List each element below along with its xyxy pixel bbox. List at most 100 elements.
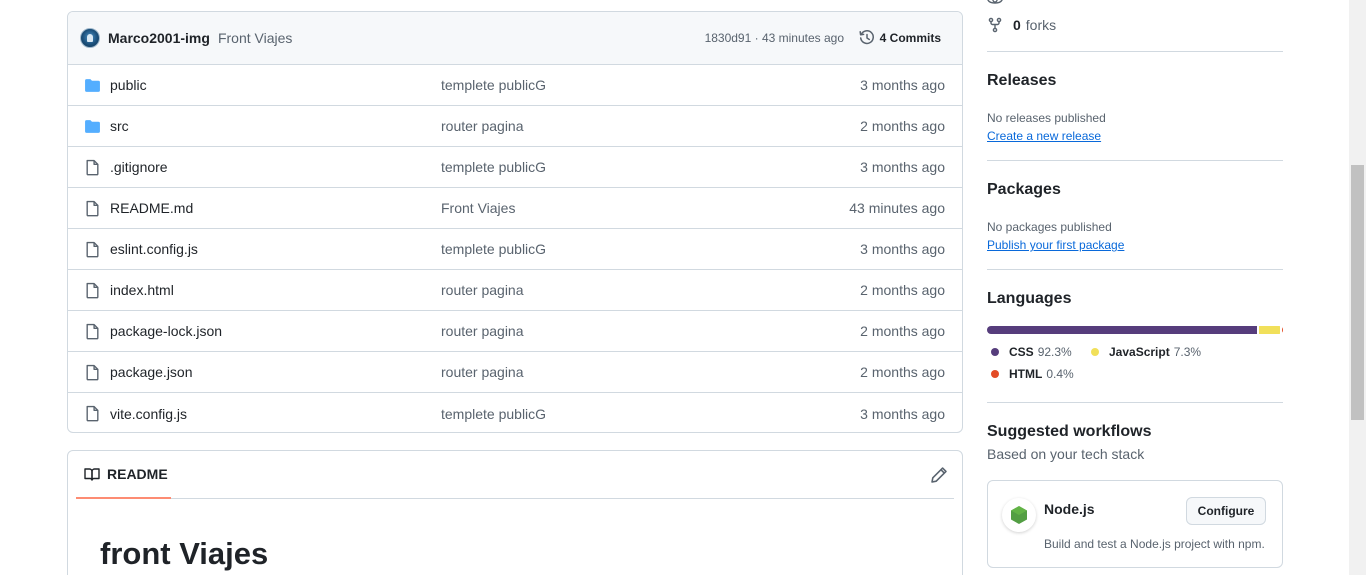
readme-tab[interactable]: README xyxy=(76,451,171,499)
create-release-link[interactable]: Create a new release xyxy=(987,129,1101,143)
sidebar-divider xyxy=(987,402,1283,403)
language-percent: 7.3% xyxy=(1173,345,1202,359)
file-commit-age: 3 months ago xyxy=(860,159,945,175)
file-commit-age: 2 months ago xyxy=(860,118,945,134)
latest-commit-bar: Marco2001-img Front Viajes 1830d91 · 43 … xyxy=(68,12,962,65)
file-icon xyxy=(84,323,101,340)
file-commit-message[interactable]: Front Viajes xyxy=(441,200,515,216)
watching-stat[interactable] xyxy=(987,0,1013,8)
folder-icon xyxy=(84,118,101,135)
workflows-subheading: Based on your tech stack xyxy=(987,446,1145,462)
file-commit-age: 43 minutes ago xyxy=(849,200,945,216)
history-icon xyxy=(859,30,874,45)
file-row[interactable]: public templete publicG 3 months ago xyxy=(68,65,962,106)
file-name-link[interactable]: index.html xyxy=(110,282,174,298)
file-commit-age: 2 months ago xyxy=(860,282,945,298)
workflow-card: Node.js Build and test a Node.js project… xyxy=(987,480,1283,568)
language-percent: 92.3% xyxy=(1037,345,1072,359)
file-commit-message[interactable]: templete publicG xyxy=(441,406,546,422)
file-commit-message[interactable]: templete publicG xyxy=(441,241,546,257)
file-row[interactable]: src router pagina 2 months ago xyxy=(68,106,962,147)
file-row[interactable]: eslint.config.js templete publicG 3 months… xyxy=(68,229,962,270)
file-row[interactable]: index.html router pagina 2 months ago xyxy=(68,270,962,311)
file-browser: Marco2001-img Front Viajes 1830d91 · 43 … xyxy=(67,11,963,433)
commit-message[interactable]: Front Viajes xyxy=(218,30,292,46)
file-commit-message[interactable]: router pagina xyxy=(441,282,524,298)
language-name: JavaScript xyxy=(1109,345,1170,359)
file-name-link[interactable]: .gitignore xyxy=(110,159,168,175)
file-name-link[interactable]: vite.config.js xyxy=(110,406,187,422)
language-item-css[interactable]: CSS 92.3% xyxy=(991,345,1072,359)
file-name-link[interactable]: src xyxy=(110,118,129,134)
packages-empty-text: No packages published xyxy=(987,220,1112,234)
workflow-name: Node.js xyxy=(1044,501,1095,517)
workflows-heading: Suggested workflows xyxy=(987,423,1152,440)
forks-stat[interactable]: 0 forks xyxy=(987,17,1056,33)
forks-count: 0 xyxy=(1013,17,1021,33)
sidebar-divider xyxy=(987,160,1283,161)
packages-heading[interactable]: Packages xyxy=(987,181,1061,199)
sidebar-divider xyxy=(987,269,1283,270)
scrollbar-thumb[interactable] xyxy=(1351,165,1364,420)
commits-count-label: 4 Commits xyxy=(879,31,941,45)
language-name: CSS xyxy=(1009,345,1034,359)
language-bar-segment xyxy=(987,326,1257,334)
commit-meta[interactable]: 1830d91 · 43 minutes ago xyxy=(705,31,844,45)
file-row[interactable]: vite.config.js templete publicG 3 months a… xyxy=(68,393,962,432)
file-icon xyxy=(84,159,101,176)
file-icon xyxy=(84,364,101,381)
readme-tab-label: README xyxy=(107,466,168,482)
file-row[interactable]: README.md Front Viajes 43 minutes ago xyxy=(68,188,962,229)
author-avatar[interactable] xyxy=(80,28,100,48)
file-commit-age: 3 months ago xyxy=(860,405,945,422)
fork-icon xyxy=(988,17,1002,33)
file-commit-age: 3 months ago xyxy=(860,241,945,257)
publish-package-link[interactable]: Publish your first package xyxy=(987,238,1124,252)
commit-author[interactable]: Marco2001-img xyxy=(108,30,210,46)
file-row[interactable]: package.json router pagina 2 months ago xyxy=(68,352,962,393)
sidebar-divider xyxy=(987,51,1283,52)
file-commit-message[interactable]: templete publicG xyxy=(441,159,546,175)
file-name-link[interactable]: README.md xyxy=(110,200,193,216)
book-icon xyxy=(84,468,100,481)
language-item-javascript[interactable]: JavaScript 7.3% xyxy=(1091,345,1201,359)
language-bar-segment xyxy=(1258,326,1280,334)
file-name-link[interactable]: package.json xyxy=(110,364,193,380)
file-name-link[interactable]: eslint.config.js xyxy=(110,241,198,257)
file-icon xyxy=(84,200,101,217)
file-name-link[interactable]: package-lock.json xyxy=(110,323,222,339)
language-bar xyxy=(987,326,1283,334)
readme-header: README xyxy=(76,451,954,499)
language-percent: 0.4% xyxy=(1046,367,1074,381)
language-dot xyxy=(991,348,999,356)
file-commit-message[interactable]: router pagina xyxy=(441,323,524,339)
file-commit-message[interactable]: router pagina xyxy=(441,118,524,134)
releases-empty-text: No releases published xyxy=(987,111,1106,125)
languages-heading: Languages xyxy=(987,290,1072,307)
releases-heading[interactable]: Releases xyxy=(987,72,1056,90)
file-row[interactable]: .gitignore templete publicG 3 months ago xyxy=(68,147,962,188)
readme-title: front Viajes xyxy=(100,536,269,571)
file-commit-message[interactable]: router pagina xyxy=(441,364,524,380)
workflow-description: Build and test a Node.js project with np… xyxy=(1044,537,1265,551)
language-bar-segment xyxy=(1281,326,1283,334)
file-commit-message[interactable]: templete publicG xyxy=(441,77,546,93)
configure-button[interactable]: Configure xyxy=(1186,497,1266,525)
forks-label: forks xyxy=(1025,17,1057,33)
language-name: HTML xyxy=(1009,367,1043,381)
eye-icon xyxy=(987,0,1003,4)
pencil-icon[interactable] xyxy=(930,466,948,484)
file-row[interactable]: package-lock.json router pagina 2 months a… xyxy=(68,311,962,352)
folder-icon xyxy=(84,77,101,94)
file-commit-age: 3 months ago xyxy=(860,77,945,93)
file-list: public templete publicG 3 months ago src rou… xyxy=(68,65,962,432)
file-icon xyxy=(84,405,101,422)
file-icon xyxy=(84,282,101,299)
file-icon xyxy=(84,241,101,258)
language-dot xyxy=(991,370,999,378)
commits-link[interactable]: 4 Commits xyxy=(859,30,941,46)
file-commit-age: 2 months ago xyxy=(860,364,945,380)
language-item-html[interactable]: HTML 0.4% xyxy=(991,367,1074,381)
file-name-link[interactable]: public xyxy=(110,77,147,93)
nodejs-logo-icon xyxy=(1002,498,1036,532)
